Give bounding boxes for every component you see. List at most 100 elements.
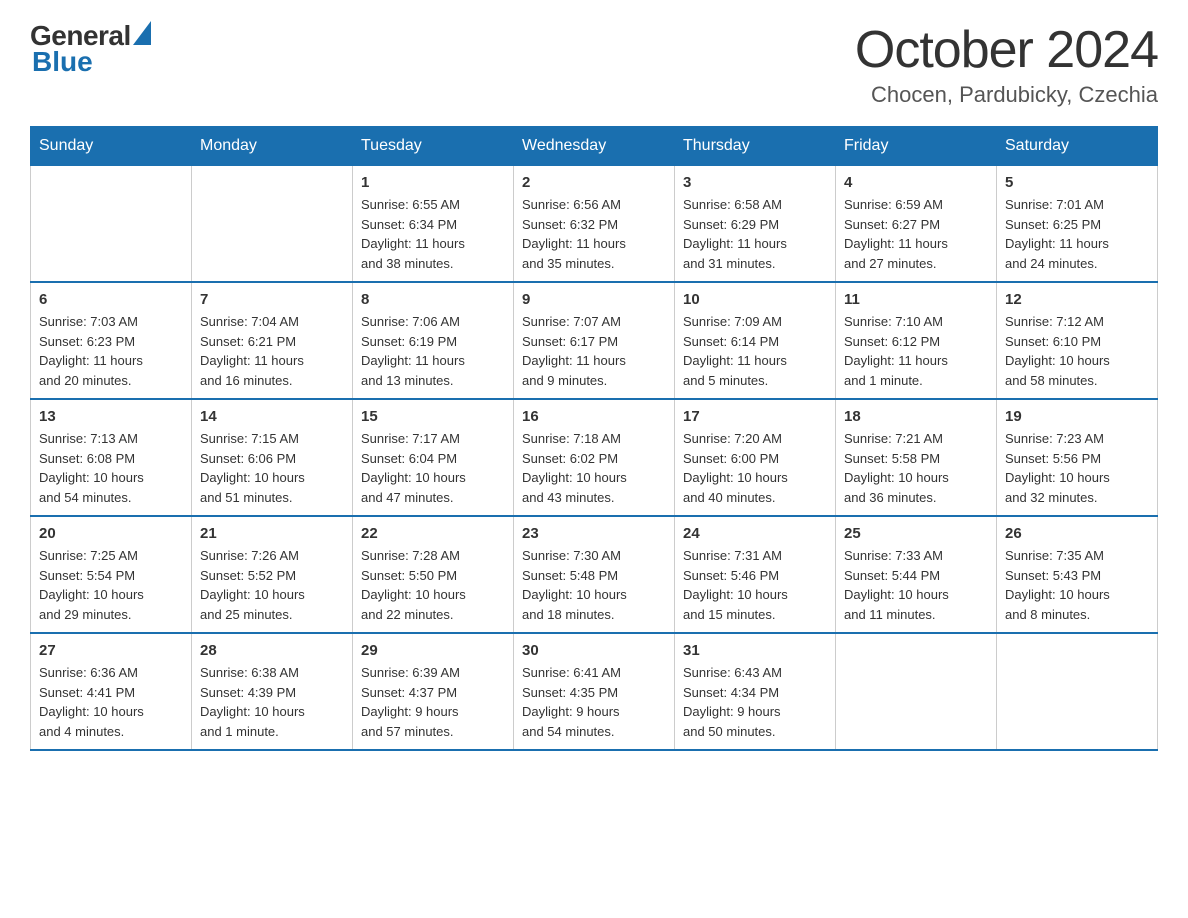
- day-info: Sunrise: 7:12 AM Sunset: 6:10 PM Dayligh…: [1005, 312, 1149, 390]
- day-info: Sunrise: 7:07 AM Sunset: 6:17 PM Dayligh…: [522, 312, 666, 390]
- calendar-cell: [836, 633, 997, 750]
- day-info: Sunrise: 6:38 AM Sunset: 4:39 PM Dayligh…: [200, 663, 344, 741]
- calendar-cell: 10 Sunrise: 7:09 AM Sunset: 6:14 PM Dayli…: [675, 282, 836, 399]
- calendar-cell: 15 Sunrise: 7:17 AM Sunset: 6:04 PM Dayli…: [353, 399, 514, 516]
- week-row-4: 20 Sunrise: 7:25 AM Sunset: 5:54 PM Dayli…: [31, 516, 1158, 633]
- logo-blue-text: Blue: [32, 46, 93, 78]
- day-info: Sunrise: 6:55 AM Sunset: 6:34 PM Dayligh…: [361, 195, 505, 273]
- calendar-cell: [192, 166, 353, 283]
- calendar-cell: 7 Sunrise: 7:04 AM Sunset: 6:21 PM Daylig…: [192, 282, 353, 399]
- week-row-2: 6 Sunrise: 7:03 AM Sunset: 6:23 PM Daylig…: [31, 282, 1158, 399]
- calendar-cell: 22 Sunrise: 7:28 AM Sunset: 5:50 PM Dayli…: [353, 516, 514, 633]
- day-number: 9: [522, 291, 666, 308]
- day-info: Sunrise: 7:15 AM Sunset: 6:06 PM Dayligh…: [200, 429, 344, 507]
- week-row-5: 27 Sunrise: 6:36 AM Sunset: 4:41 PM Dayli…: [31, 633, 1158, 750]
- calendar-cell: 23Sunrise: 7:30 AM Sunset: 5:48 PM Dayli…: [514, 516, 675, 633]
- header-day-sunday: Sunday: [31, 127, 192, 166]
- header-day-saturday: Saturday: [997, 127, 1158, 166]
- day-number: 28: [200, 642, 344, 659]
- day-number: 3: [683, 174, 827, 191]
- calendar-cell: 6 Sunrise: 7:03 AM Sunset: 6:23 PM Daylig…: [31, 282, 192, 399]
- day-number: 15: [361, 408, 505, 425]
- header-day-monday: Monday: [192, 127, 353, 166]
- day-info: Sunrise: 6:43 AM Sunset: 4:34 PM Dayligh…: [683, 663, 827, 741]
- calendar-cell: 17Sunrise: 7:20 AM Sunset: 6:00 PM Dayli…: [675, 399, 836, 516]
- day-number: 19: [1005, 408, 1149, 425]
- day-number: 7: [200, 291, 344, 308]
- day-number: 29: [361, 642, 505, 659]
- calendar-cell: 4Sunrise: 6:59 AM Sunset: 6:27 PM Daylig…: [836, 166, 997, 283]
- day-info: Sunrise: 7:17 AM Sunset: 6:04 PM Dayligh…: [361, 429, 505, 507]
- day-info: Sunrise: 7:04 AM Sunset: 6:21 PM Dayligh…: [200, 312, 344, 390]
- calendar-cell: 8Sunrise: 7:06 AM Sunset: 6:19 PM Daylig…: [353, 282, 514, 399]
- day-info: Sunrise: 7:01 AM Sunset: 6:25 PM Dayligh…: [1005, 195, 1149, 273]
- day-info: Sunrise: 7:18 AM Sunset: 6:02 PM Dayligh…: [522, 429, 666, 507]
- calendar-header: SundayMondayTuesdayWednesdayThursdayFrid…: [31, 127, 1158, 166]
- day-info: Sunrise: 7:33 AM Sunset: 5:44 PM Dayligh…: [844, 546, 988, 624]
- day-number: 6: [39, 291, 183, 308]
- day-number: 16: [522, 408, 666, 425]
- day-info: Sunrise: 7:21 AM Sunset: 5:58 PM Dayligh…: [844, 429, 988, 507]
- day-info: Sunrise: 6:59 AM Sunset: 6:27 PM Dayligh…: [844, 195, 988, 273]
- calendar-cell: 14 Sunrise: 7:15 AM Sunset: 6:06 PM Dayli…: [192, 399, 353, 516]
- calendar-table: SundayMondayTuesdayWednesdayThursdayFrid…: [30, 126, 1158, 751]
- calendar-cell: 20 Sunrise: 7:25 AM Sunset: 5:54 PM Dayli…: [31, 516, 192, 633]
- logo: General Blue: [30, 20, 151, 78]
- day-info: Sunrise: 7:20 AM Sunset: 6:00 PM Dayligh…: [683, 429, 827, 507]
- title-block: October 2024 Chocen, Pardubicky, Czechia: [855, 20, 1158, 108]
- calendar-cell: 16 Sunrise: 7:18 AM Sunset: 6:02 PM Dayli…: [514, 399, 675, 516]
- day-info: Sunrise: 7:28 AM Sunset: 5:50 PM Dayligh…: [361, 546, 505, 624]
- day-number: 24: [683, 525, 827, 542]
- day-number: 2: [522, 174, 666, 191]
- day-number: 27: [39, 642, 183, 659]
- day-info: Sunrise: 7:10 AM Sunset: 6:12 PM Dayligh…: [844, 312, 988, 390]
- calendar-cell: 19Sunrise: 7:23 AM Sunset: 5:56 PM Dayli…: [997, 399, 1158, 516]
- calendar-cell: 2 Sunrise: 6:56 AM Sunset: 6:32 PM Daylig…: [514, 166, 675, 283]
- day-info: Sunrise: 7:25 AM Sunset: 5:54 PM Dayligh…: [39, 546, 183, 624]
- calendar-cell: 13Sunrise: 7:13 AM Sunset: 6:08 PM Dayli…: [31, 399, 192, 516]
- day-info: Sunrise: 6:56 AM Sunset: 6:32 PM Dayligh…: [522, 195, 666, 273]
- day-number: 20: [39, 525, 183, 542]
- day-info: Sunrise: 7:09 AM Sunset: 6:14 PM Dayligh…: [683, 312, 827, 390]
- header-row: SundayMondayTuesdayWednesdayThursdayFrid…: [31, 127, 1158, 166]
- day-number: 26: [1005, 525, 1149, 542]
- page-header: General Blue October 2024 Chocen, Pardub…: [30, 20, 1158, 108]
- day-number: 30: [522, 642, 666, 659]
- calendar-cell: 11 Sunrise: 7:10 AM Sunset: 6:12 PM Dayli…: [836, 282, 997, 399]
- calendar-cell: 29Sunrise: 6:39 AM Sunset: 4:37 PM Dayli…: [353, 633, 514, 750]
- day-number: 18: [844, 408, 988, 425]
- calendar-cell: 27 Sunrise: 6:36 AM Sunset: 4:41 PM Dayli…: [31, 633, 192, 750]
- day-info: Sunrise: 7:03 AM Sunset: 6:23 PM Dayligh…: [39, 312, 183, 390]
- day-info: Sunrise: 7:26 AM Sunset: 5:52 PM Dayligh…: [200, 546, 344, 624]
- day-number: 10: [683, 291, 827, 308]
- day-number: 11: [844, 291, 988, 308]
- calendar-cell: 28 Sunrise: 6:38 AM Sunset: 4:39 PM Dayli…: [192, 633, 353, 750]
- calendar-cell: 31Sunrise: 6:43 AM Sunset: 4:34 PM Dayli…: [675, 633, 836, 750]
- day-number: 23: [522, 525, 666, 542]
- day-info: Sunrise: 7:35 AM Sunset: 5:43 PM Dayligh…: [1005, 546, 1149, 624]
- header-day-tuesday: Tuesday: [353, 127, 514, 166]
- day-number: 14: [200, 408, 344, 425]
- page-title: October 2024: [855, 20, 1158, 80]
- day-info: Sunrise: 6:36 AM Sunset: 4:41 PM Dayligh…: [39, 663, 183, 741]
- calendar-cell: 25Sunrise: 7:33 AM Sunset: 5:44 PM Dayli…: [836, 516, 997, 633]
- calendar-cell: 5Sunrise: 7:01 AM Sunset: 6:25 PM Daylig…: [997, 166, 1158, 283]
- day-info: Sunrise: 7:13 AM Sunset: 6:08 PM Dayligh…: [39, 429, 183, 507]
- day-info: Sunrise: 7:06 AM Sunset: 6:19 PM Dayligh…: [361, 312, 505, 390]
- calendar-cell: 9 Sunrise: 7:07 AM Sunset: 6:17 PM Daylig…: [514, 282, 675, 399]
- calendar-cell: 26 Sunrise: 7:35 AM Sunset: 5:43 PM Dayli…: [997, 516, 1158, 633]
- page-subtitle: Chocen, Pardubicky, Czechia: [855, 82, 1158, 108]
- calendar-cell: 18 Sunrise: 7:21 AM Sunset: 5:58 PM Dayli…: [836, 399, 997, 516]
- day-info: Sunrise: 6:58 AM Sunset: 6:29 PM Dayligh…: [683, 195, 827, 273]
- calendar-cell: 24Sunrise: 7:31 AM Sunset: 5:46 PM Dayli…: [675, 516, 836, 633]
- calendar-cell: 12Sunrise: 7:12 AM Sunset: 6:10 PM Dayli…: [997, 282, 1158, 399]
- day-number: 1: [361, 174, 505, 191]
- calendar-cell: 21 Sunrise: 7:26 AM Sunset: 5:52 PM Dayli…: [192, 516, 353, 633]
- calendar-cell: 1 Sunrise: 6:55 AM Sunset: 6:34 PM Daylig…: [353, 166, 514, 283]
- day-number: 22: [361, 525, 505, 542]
- calendar-cell: [997, 633, 1158, 750]
- calendar-cell: 3 Sunrise: 6:58 AM Sunset: 6:29 PM Daylig…: [675, 166, 836, 283]
- day-number: 21: [200, 525, 344, 542]
- day-info: Sunrise: 6:41 AM Sunset: 4:35 PM Dayligh…: [522, 663, 666, 741]
- calendar-cell: [31, 166, 192, 283]
